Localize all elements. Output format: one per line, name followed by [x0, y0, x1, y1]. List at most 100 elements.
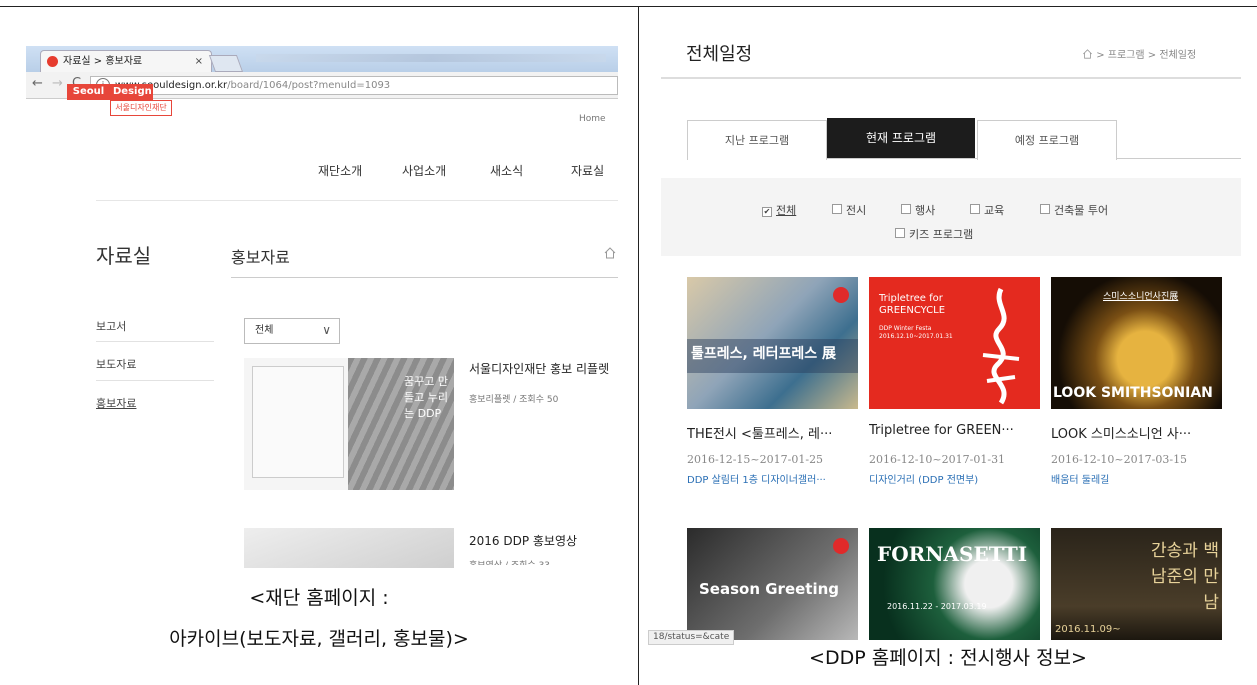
chevron-down-icon: ∨ — [322, 323, 331, 337]
image-title: Season Greeting — [699, 580, 840, 598]
item-title[interactable]: 서울디자인재단 홍보 리플렛 — [469, 360, 618, 377]
event-card-image[interactable]: FORNASETTI 2016.11.22 - 2017.03.19 — [869, 528, 1040, 640]
gnb-item-archive[interactable]: 자료실 — [571, 162, 604, 179]
event-card-image[interactable]: Tripletree for GREENCYCLE DDP Winter Fes… — [869, 277, 1040, 409]
breadcrumb-program[interactable]: 프로그램 — [1108, 50, 1145, 61]
checkbox-icon[interactable] — [970, 204, 980, 214]
address-input[interactable]: i www.seouldesign.or.kr/board/1064/post?… — [90, 76, 618, 95]
forward-arrow-icon[interactable]: → — [52, 76, 63, 91]
center-divider — [638, 6, 639, 685]
filter-label: 행사 — [915, 204, 936, 217]
card-place[interactable]: DDP 살림터 1층 디자이너갤러··· — [687, 471, 826, 486]
card-title[interactable]: Tripletree for GREEN··· — [869, 423, 1040, 438]
back-arrow-icon[interactable]: ← — [32, 76, 43, 91]
checkbox-icon[interactable] — [901, 204, 911, 214]
filter-kids[interactable]: 키즈 프로그램 — [895, 226, 973, 242]
ddp-badge-icon — [833, 287, 849, 303]
breadcrumb-current: 전체일정 — [1159, 50, 1197, 61]
url-text: www.seouldesign.or.kr/board/1064/post?me… — [115, 77, 390, 94]
card-title[interactable]: LOOK 스미스소니언 사··· — [1051, 423, 1231, 442]
filter-architecture-tour[interactable]: 건축물 투어 — [1040, 202, 1108, 218]
checkbox-icon[interactable] — [1040, 204, 1050, 214]
breadcrumb-sep: > — [1096, 50, 1105, 61]
filter-label: 교육 — [984, 204, 1005, 217]
logo-seoul[interactable]: Seoul — [67, 84, 110, 100]
filter-all[interactable]: ✔ 전체 — [762, 202, 796, 218]
logo-subtitle: 서울디자인재단 — [110, 100, 172, 116]
filter-label: 건축물 투어 — [1054, 204, 1109, 217]
card-place[interactable]: 배움터 둘레길 — [1051, 471, 1109, 486]
map-illustration — [252, 366, 344, 478]
gnb-item-business[interactable]: 사업소개 — [402, 162, 446, 179]
image-title: FORNASETTI — [877, 542, 1028, 566]
logo-design[interactable]: Design — [110, 84, 153, 100]
breadcrumb-sep: > — [1147, 50, 1157, 61]
page-title: 홍보자료 — [231, 248, 290, 267]
item-title[interactable]: 2016 DDP 홍보영상 — [469, 532, 577, 549]
image-title: Tripletree for GREENCYCLE — [879, 293, 946, 316]
category-select[interactable]: 전체 ∨ — [244, 318, 340, 344]
image-subtitle: DDP Winter Festa 2016.12.10~2017.01.31 — [879, 325, 953, 340]
tab-current[interactable]: 현재 프로그램 — [827, 118, 975, 158]
filter-event[interactable]: 행사 — [901, 202, 935, 218]
side-menu-reports[interactable]: 보고서 — [96, 318, 126, 334]
tab-past[interactable]: 지난 프로그램 — [687, 120, 827, 160]
filter-label: 키즈 프로그램 — [909, 228, 974, 241]
schedule-title: 전체일정 — [686, 44, 753, 65]
item-meta: 홍보영상 / 조회수 33 — [469, 558, 550, 565]
side-divider — [96, 380, 214, 381]
url-path: /board/1064/post?menuId=1093 — [227, 80, 391, 91]
site-favicon-icon — [47, 56, 58, 67]
event-card-image[interactable]: 간송과 백남준의 만남 2016.11.09~ — [1051, 528, 1222, 640]
tab-bar-blur — [256, 54, 606, 62]
tab-close-icon[interactable]: × — [195, 51, 203, 73]
filter-education[interactable]: 교육 — [970, 202, 1004, 218]
checkbox-checked-icon[interactable]: ✔ — [762, 207, 772, 217]
card-date: 2016-12-15~2017-01-25 — [687, 453, 824, 466]
side-divider — [96, 341, 214, 342]
filter-label: 전체 — [776, 204, 797, 217]
gnb-item-about[interactable]: 재단소개 — [318, 162, 362, 179]
caption-left-line1: <재단 홈페이지 : — [249, 587, 389, 609]
tab-title: 자료실 > 홍보자료 — [63, 56, 143, 67]
caption-right: <DDP 홈페이지 : 전시행사 정보> — [809, 647, 1087, 669]
image-date: 2016.11.09~ — [1055, 624, 1121, 635]
filter-panel — [661, 178, 1241, 256]
browser-tab[interactable]: 자료실 > 홍보자료 × — [40, 50, 212, 73]
card-date: 2016-12-10~2017-03-15 — [1051, 453, 1188, 466]
event-card-image[interactable]: Season Greeting — [687, 528, 858, 640]
filter-label: 전시 — [846, 204, 867, 217]
checkbox-icon[interactable] — [895, 228, 905, 238]
event-card-image[interactable]: 스미스소니언사진展 LOOK SMITHSONIAN — [1051, 277, 1222, 409]
breadcrumb: > 프로그램 > 전체일정 — [1082, 46, 1196, 61]
event-card-image[interactable]: 툴프레스, 레터프레스 展 — [687, 277, 858, 409]
browser-tab-bar: 자료실 > 홍보자료 × — [26, 46, 618, 73]
home-icon[interactable] — [1082, 49, 1093, 59]
image-top-text: 스미스소니언사진展 — [1103, 292, 1179, 302]
leaflet-thumbnail[interactable]: 꿈꾸고 만들고 누리는 DDP — [244, 358, 454, 490]
tab-upcoming[interactable]: 예정 프로그램 — [977, 120, 1117, 160]
image-date: 2016.11.22 - 2017.03.19 — [887, 602, 987, 611]
home-icon[interactable] — [604, 247, 616, 259]
title-underline — [661, 77, 1241, 79]
new-tab-button[interactable] — [208, 55, 244, 72]
checkbox-icon[interactable] — [832, 204, 842, 214]
title-underline — [231, 277, 618, 278]
filter-exhibition[interactable]: 전시 — [832, 202, 866, 218]
side-menu-press[interactable]: 보도자료 — [96, 356, 136, 372]
video-thumbnail[interactable] — [244, 528, 454, 568]
ddp-badge-icon — [833, 538, 849, 554]
image-title: LOOK SMITHSONIAN — [1053, 385, 1213, 401]
gnb-item-news[interactable]: 새소식 — [490, 162, 523, 179]
card-date: 2016-12-10~2017-01-31 — [869, 453, 1006, 466]
thumb-slogan: 꿈꾸고 만들고 누리는 DDP — [404, 375, 448, 420]
card-place[interactable]: 디자인거리 (DDP 전면부) — [869, 471, 978, 486]
top-border — [0, 6, 1257, 7]
image-title: 간송과 백남준의 만남 — [1151, 541, 1219, 613]
item-meta: 홍보리플렛 / 조회수 50 — [469, 395, 559, 405]
select-value: 전체 — [255, 325, 274, 336]
home-link[interactable]: Home — [579, 114, 606, 124]
side-menu-promo[interactable]: 홍보자료 — [96, 395, 136, 411]
caption-left-line2: 아카이브(보도자료, 갤러리, 홍보물)> — [169, 628, 469, 650]
card-title[interactable]: THE전시 <툴프레스, 레··· — [687, 423, 858, 442]
